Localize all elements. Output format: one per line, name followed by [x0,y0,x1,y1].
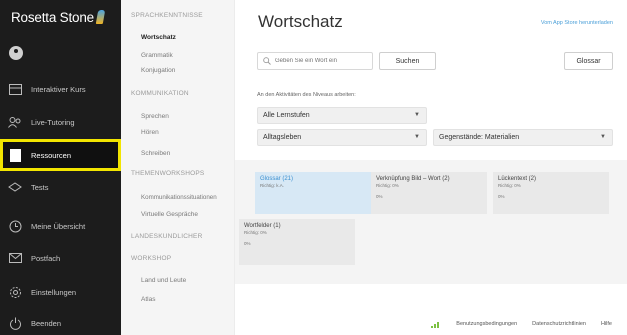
sidebar-item-overview[interactable]: Meine Übersicht [0,211,121,241]
activity-card-glossary[interactable]: Glossar (21) Richtig: k.A. [255,172,371,214]
card-score: Richtig: 0% [498,183,521,188]
page-title: Wortschatz [258,12,343,31]
activities-panel: Glossar (21) Richtig: k.A. Verknüpfung B… [235,160,627,284]
chevron-down-icon: ▼ [600,134,606,140]
sidebar-item-settings[interactable]: Einstellungen [0,277,121,307]
help-link[interactable]: Hilfe [601,321,612,327]
search-field[interactable] [257,52,373,70]
submenu-item-speaking[interactable]: Sprechen [141,113,169,120]
sidebar-item-label: Live-Tutoring [31,117,75,127]
submenu-item-communication-situations[interactable]: Kommunikationssituationen [141,194,217,201]
sidebar-item-label: Beenden [31,318,62,328]
filter-label: An den Aktivitäten des Niveaus arbeiten: [257,92,356,98]
logo-flag-icon [95,10,106,24]
submenu-item-virtual-conversations[interactable]: Virtuelle Gespräche [141,211,198,218]
sidebar-item-label: Tests [31,182,49,192]
submenu-item-grammar[interactable]: Grammatik [141,52,173,59]
resources-icon [8,148,22,162]
card-title: Glossar (21) [260,176,294,182]
signal-icon [431,320,441,328]
sidebar-item-mailbox[interactable]: Postfach [0,243,121,273]
sidebar-item-tests[interactable]: Tests [0,172,121,202]
tests-icon [8,180,22,194]
section-heading-cultural: LANDESKUNDLICHER [131,233,203,240]
main-content: Wortschatz Vom App Store herunterladen S… [235,0,627,335]
logo-text: Rosetta Stone [11,9,94,25]
card-title: Verknüpfung Bild – Wort (2) [376,176,450,182]
submenu-item-land-and-people[interactable]: Land und Leute [141,277,186,284]
card-title: Lückentext (2) [498,176,537,182]
card-percent: 0% [376,194,383,199]
sidebar-item-label: Ressourcen [31,150,72,160]
card-title: Wortfelder (1) [244,223,281,229]
mail-icon [8,251,22,265]
sidebar-item-label: Postfach [31,253,61,263]
settings-icon [8,285,22,299]
topic-select-value: Alltagsleben [263,134,302,141]
chevron-down-icon: ▼ [414,134,420,140]
card-percent: 0% [498,194,505,199]
sidebar-item-logout[interactable]: Beenden [0,308,121,335]
subject-select[interactable]: Gegenstände: Materialien ▼ [433,129,613,146]
app-store-link[interactable]: Vom App Store herunterladen [541,20,613,26]
activity-card-word-fields[interactable]: Wortfelder (1) Richtig: 0% 0% [239,219,355,265]
logo: Rosetta Stone [0,0,121,34]
user-avatar-icon[interactable] [9,46,23,60]
card-percent: 0% [244,241,251,246]
level-select[interactable]: Alle Lernstufen ▼ [257,107,427,124]
submenu-item-vocabulary[interactable]: Wortschatz [141,34,176,41]
activity-card-picture-word[interactable]: Verknüpfung Bild – Wort (2) Richtig: 0% … [371,172,487,214]
power-icon [8,316,22,330]
topic-select[interactable]: Alltagsleben ▼ [257,129,427,146]
subject-select-value: Gegenstände: Materialien [439,134,520,141]
search-input[interactable] [275,58,372,64]
sidebar-item-live-tutoring[interactable]: Live-Tutoring [0,107,121,137]
card-score: Richtig: 0% [244,230,267,235]
sidebar-item-resources[interactable]: Ressourcen [0,139,121,171]
terms-link[interactable]: Benutzungsbedingungen [456,321,517,327]
level-select-value: Alle Lernstufen [263,112,310,119]
chevron-down-icon: ▼ [414,112,420,118]
submenu-item-writing[interactable]: Schreiben [141,150,170,157]
sidebar-item-label: Meine Übersicht [31,221,86,231]
glossary-button[interactable]: Glossar [564,52,613,70]
main-sidebar: Rosetta Stone Interaktiver Kurs Live-Tut… [0,0,121,335]
overview-icon [8,219,22,233]
card-score: Richtig: k.A. [260,183,285,188]
section-heading-topic-workshops: THEMENWORKSHOPS [131,170,205,177]
submenu-item-atlas[interactable]: Atlas [141,296,155,303]
resources-submenu: SPRACHKENNTNISSE Wortschatz Grammatik Ko… [121,0,235,335]
card-score: Richtig: 0% [376,183,399,188]
search-icon [263,52,271,70]
submenu-item-listening[interactable]: Hören [141,129,159,136]
search-button[interactable]: Suchen [379,52,436,70]
footer: Benutzungsbedingungen Datenschutzrichtli… [235,313,627,335]
submenu-item-conjugation[interactable]: Konjugation [141,67,175,74]
privacy-link[interactable]: Datenschutzrichtlinien [532,321,586,327]
section-heading-language-skills: SPRACHKENNTNISSE [131,12,203,19]
course-icon [8,82,22,96]
sidebar-item-label: Einstellungen [31,287,77,297]
sidebar-item-label: Interaktiver Kurs [31,84,86,94]
sidebar-item-interactive-course[interactable]: Interaktiver Kurs [0,74,121,104]
section-heading-communication: KOMMUNIKATION [131,90,189,97]
tutoring-icon [8,115,22,129]
section-heading-workshop: WORKSHOP [131,255,172,262]
activity-card-cloze[interactable]: Lückentext (2) Richtig: 0% 0% [493,172,609,214]
